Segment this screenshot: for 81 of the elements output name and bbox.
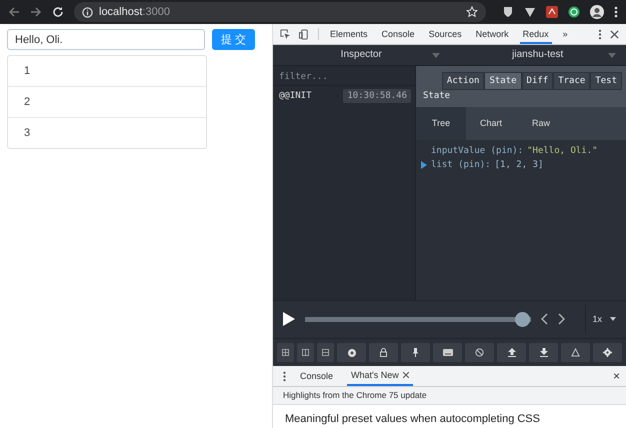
triangle-icon — [571, 348, 580, 358]
monitor-dropdown[interactable]: Inspector — [273, 45, 450, 65]
next-icon[interactable] — [558, 313, 565, 326]
detail-tab[interactable]: Test — [590, 72, 622, 90]
lock-icon — [380, 348, 387, 358]
menu-icon[interactable] — [614, 6, 618, 18]
detail-tab[interactable]: Trace — [553, 72, 590, 90]
settings-icon — [603, 348, 612, 358]
detail-tab[interactable]: Action — [442, 72, 484, 90]
devtools-tab[interactable]: Sources — [426, 24, 465, 44]
avatar-icon[interactable] — [590, 5, 604, 19]
upload-icon — [508, 348, 516, 358]
keyboard-button[interactable] — [433, 343, 462, 362]
caret-icon — [432, 53, 440, 58]
pin-button[interactable] — [401, 343, 430, 362]
previous-icon[interactable] — [541, 313, 548, 326]
download-button[interactable] — [529, 343, 558, 362]
remote-button[interactable] — [561, 343, 590, 362]
keyboard-icon — [442, 349, 452, 356]
more-options-icon[interactable] — [598, 28, 602, 40]
grid-icon — [282, 349, 289, 356]
settings-button[interactable] — [593, 343, 622, 362]
record-button[interactable] — [337, 343, 366, 362]
v-icon[interactable] — [524, 6, 536, 18]
devtools-tab[interactable]: Console — [378, 24, 418, 44]
highlights-text: Highlights from the Chrome 75 update — [273, 387, 626, 405]
block-button[interactable] — [465, 343, 494, 362]
view-tab[interactable]: Tree — [416, 106, 466, 140]
record-icon — [348, 348, 356, 357]
drawer-tab[interactable]: Console — [296, 366, 338, 386]
shield-icon[interactable] — [502, 6, 514, 18]
back-icon[interactable] — [8, 6, 20, 18]
detail-tab[interactable]: State — [484, 72, 522, 90]
reload-icon[interactable] — [52, 6, 64, 18]
text-input[interactable]: Hello, Oli. — [7, 29, 205, 50]
devtools-tab[interactable]: Elements — [327, 24, 371, 44]
info-icon — [82, 6, 93, 18]
expand-arrow-icon[interactable] — [421, 160, 427, 169]
layout-button[interactable] — [317, 343, 334, 362]
tree-value: [1, 2, 3] — [494, 160, 544, 170]
more-tabs-button[interactable]: » — [560, 24, 571, 44]
extension-icon[interactable] — [546, 6, 558, 18]
target-icon[interactable] — [568, 6, 580, 18]
list-item: 2 — [8, 86, 206, 117]
tree-value: "Hello, Oli." — [527, 146, 598, 156]
lock-button[interactable] — [369, 343, 398, 362]
upload-button[interactable] — [497, 343, 526, 362]
drawer-close-button[interactable]: × — [612, 369, 620, 383]
close-icon[interactable] — [402, 372, 409, 378]
action-name: @@INIT — [279, 91, 312, 102]
download-icon — [540, 348, 548, 358]
caret-icon — [608, 53, 616, 58]
tree-key: inputValue (pin): — [431, 146, 524, 156]
play-icon[interactable] — [283, 312, 295, 326]
devtools-tab[interactable]: Network — [472, 24, 512, 44]
speed-dropdown[interactable]: 1x — [585, 305, 616, 334]
drawer-menu-icon[interactable] — [283, 370, 286, 382]
close-icon[interactable] — [610, 30, 619, 38]
list-item: 1 — [23, 64, 32, 79]
action-item[interactable]: @@INIT 10:30:58.46 — [273, 86, 415, 106]
layout-button[interactable] — [297, 343, 314, 362]
view-tab[interactable]: Raw — [516, 106, 566, 140]
action-time: 10:30:58.46 — [343, 89, 411, 104]
detail-tab[interactable]: Diff — [522, 72, 554, 90]
pin-icon — [413, 348, 418, 358]
star-icon[interactable] — [466, 6, 478, 18]
feature-title: Meaningful preset values when autocompleting CSS — [284, 412, 541, 425]
address-bar[interactable]: localhost:3000 — [74, 2, 486, 22]
state-heading: State — [423, 90, 452, 101]
columns-icon — [302, 349, 309, 356]
caret-icon — [610, 317, 616, 322]
device-icon[interactable] — [299, 28, 310, 40]
list-item: 3 — [8, 117, 206, 148]
layout-button[interactable] — [277, 343, 294, 362]
view-tab[interactable]: Chart — [466, 106, 516, 140]
instance-dropdown[interactable]: jianshu-test — [450, 45, 626, 65]
inspect-icon[interactable] — [280, 28, 291, 40]
rows-icon — [322, 349, 329, 356]
tree-key: list (pin): — [431, 160, 491, 170]
blocked-icon — [475, 348, 484, 358]
forward-icon[interactable] — [30, 6, 42, 18]
